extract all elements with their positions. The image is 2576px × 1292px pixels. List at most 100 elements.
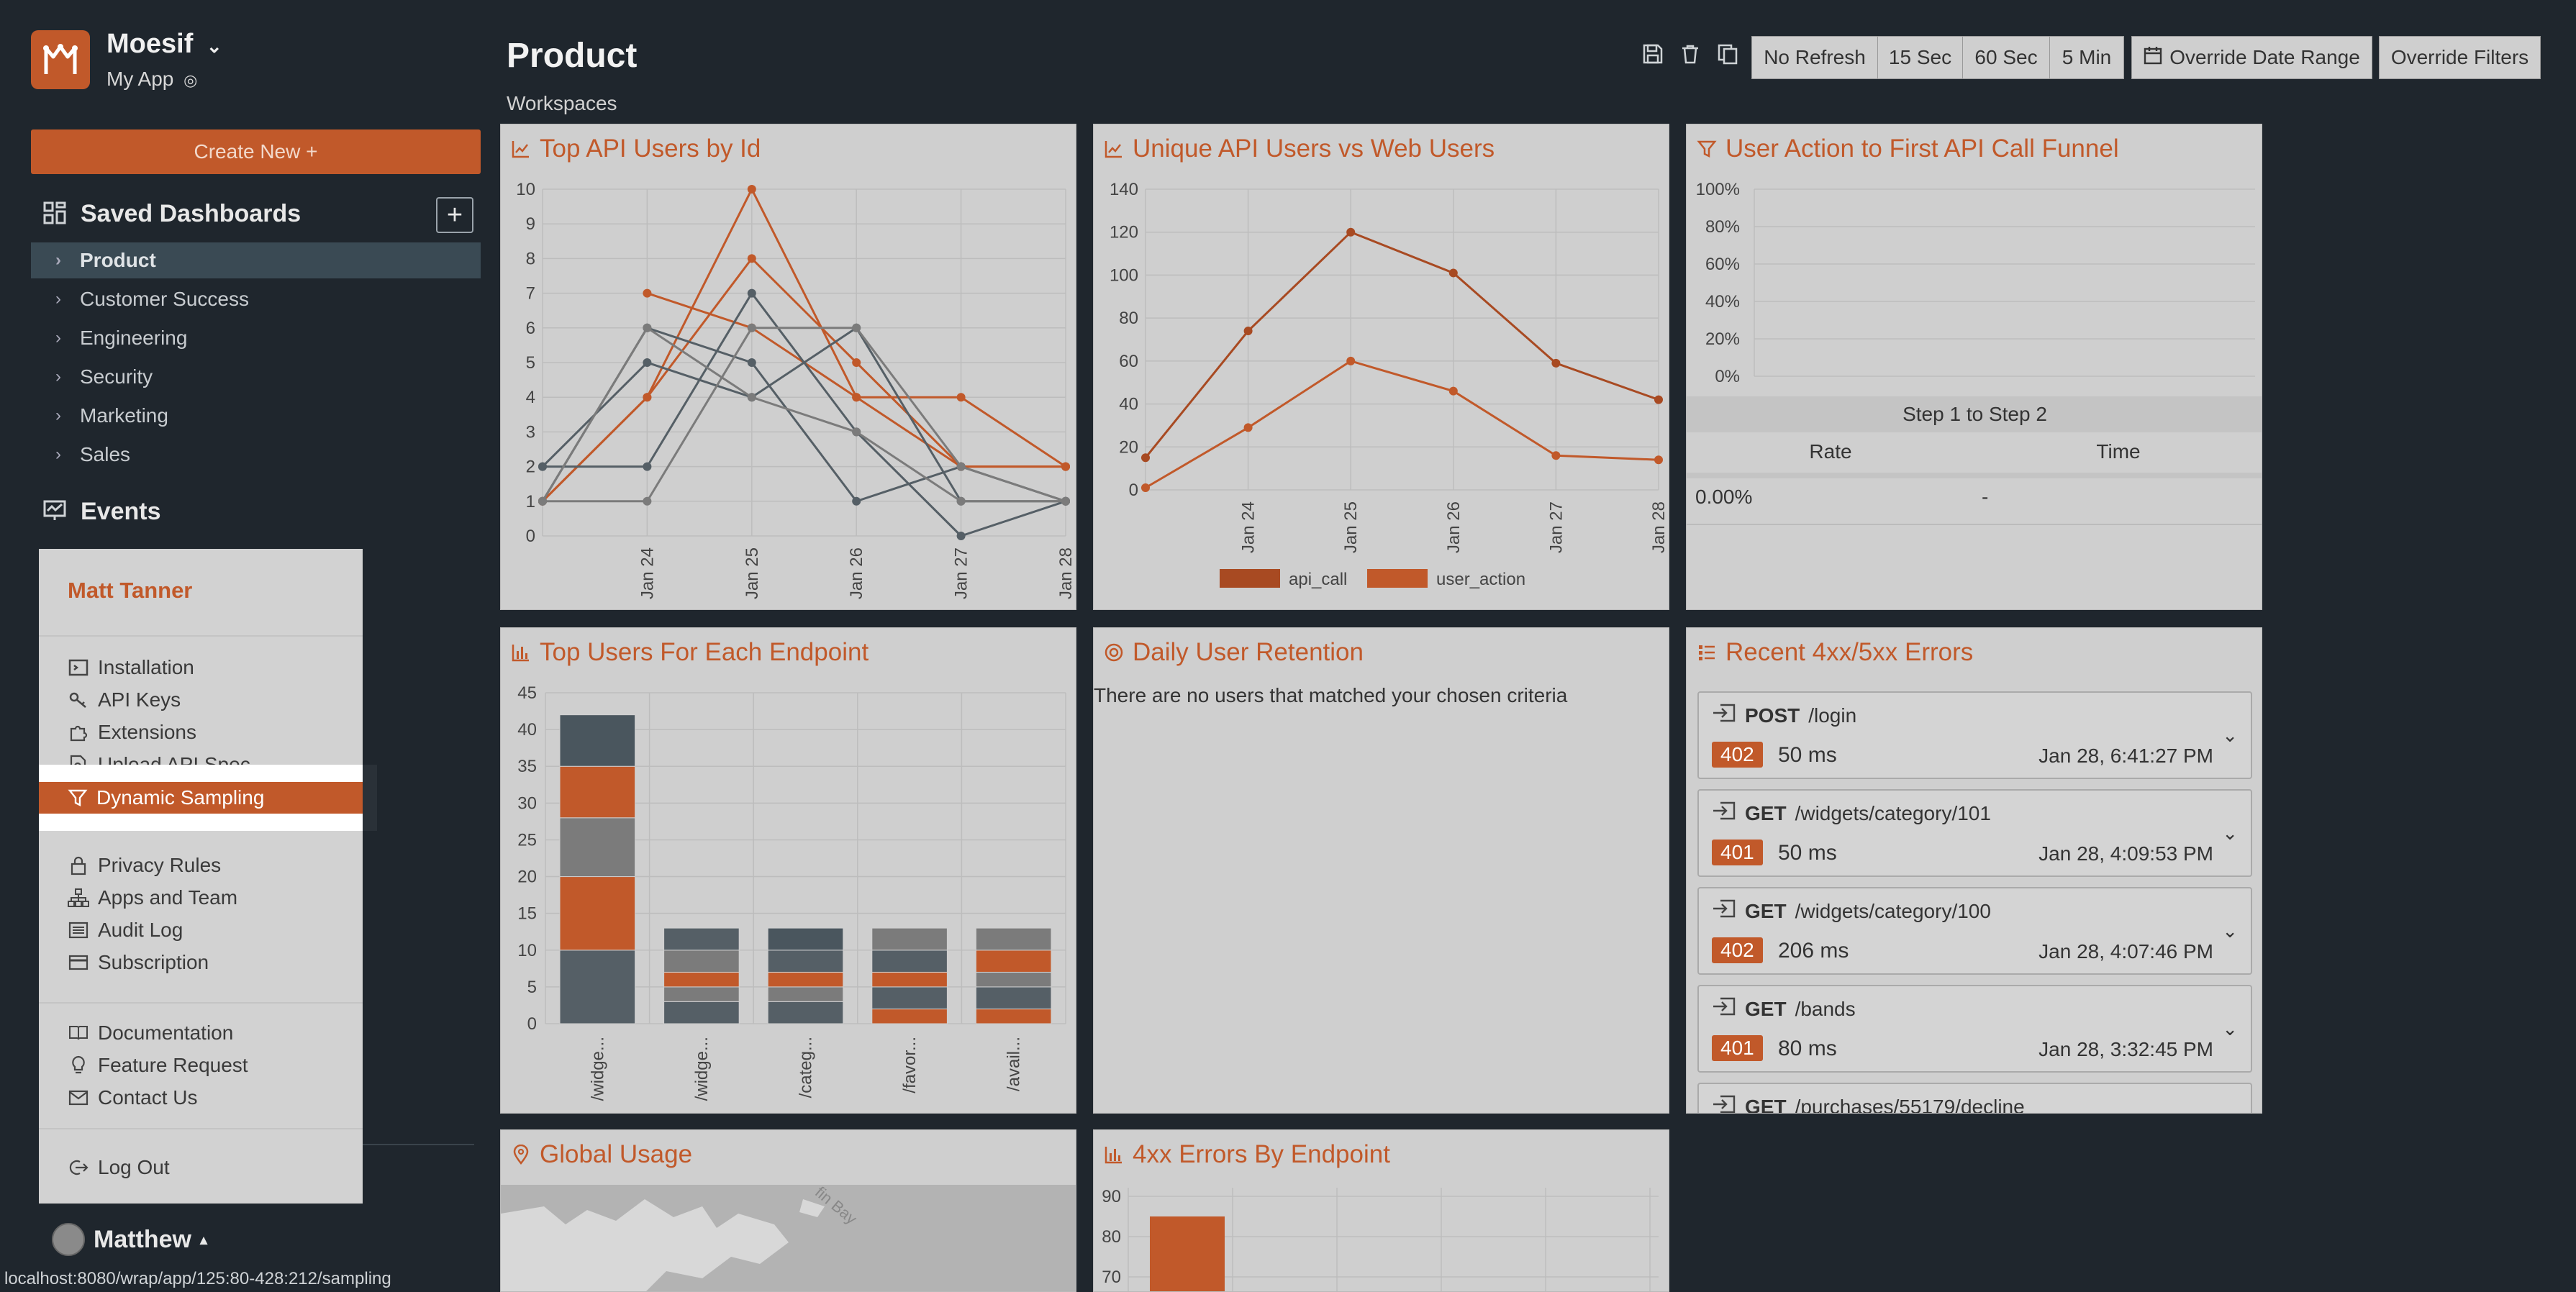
menu-item-extensions[interactable]: Extensions: [68, 718, 196, 747]
installation-icon: [68, 657, 89, 678]
bar-segment: [767, 971, 844, 988]
bar-segment: [559, 876, 636, 951]
lock-icon: [68, 855, 89, 876]
data-point: [747, 185, 756, 194]
y-tick-label: 15: [517, 904, 537, 924]
y-tick-label: 4: [526, 388, 535, 407]
error-path: /purchases/55179/decline: [1795, 1095, 2025, 1114]
error-timestamp: Jan 28, 4:09:53 PM: [2038, 842, 2213, 865]
y-tick-label: 80: [1119, 309, 1138, 328]
y-tick-label: 80%: [1705, 217, 1740, 237]
dashboard-item-engineering[interactable]: › Engineering: [31, 320, 481, 356]
filter-icon: [68, 788, 88, 808]
data-point: [852, 393, 861, 402]
data-point: [1061, 496, 1070, 506]
menu-item-log-out[interactable]: Log Out: [68, 1153, 170, 1182]
panel-title[interactable]: Daily User Retention: [1104, 638, 1364, 667]
chevron-circle-icon: ◎: [183, 71, 198, 89]
menu-item-api-keys[interactable]: API Keys: [68, 686, 181, 714]
legend-swatch: [1367, 569, 1428, 588]
error-item[interactable]: GET/widgets/category/100 402 206 ms Jan …: [1697, 887, 2252, 975]
menu-item-audit-log[interactable]: Audit Log: [68, 916, 183, 945]
error-item[interactable]: GET/bands 401 80 ms Jan 28, 3:32:45 PM ⌄: [1697, 985, 2252, 1073]
save-icon[interactable]: [1642, 43, 1664, 68]
moesif-logo[interactable]: [31, 30, 90, 89]
data-point: [852, 323, 861, 332]
panel-recent-errors: Recent 4xx/5xx Errors POST/login 402 50 …: [1686, 627, 2262, 1114]
menu-item-dynamic-sampling[interactable]: Dynamic Sampling: [39, 782, 363, 814]
dashboard-item-product[interactable]: › Product: [31, 242, 481, 278]
chevron-down-icon[interactable]: ⌄: [2222, 920, 2238, 942]
menu-item-contact-us[interactable]: Contact Us: [68, 1083, 198, 1112]
menu-item-feature-request[interactable]: Feature Request: [68, 1051, 248, 1080]
bar-segment: [871, 1009, 948, 1024]
data-point: [747, 393, 756, 402]
error-item[interactable]: GET/purchases/55179/decline: [1697, 1083, 2252, 1114]
trash-icon[interactable]: [1679, 43, 1701, 68]
app-switcher[interactable]: My App ◎: [106, 68, 197, 91]
button-label: Override Date Range: [2169, 46, 2360, 68]
y-tick-label: 40: [1119, 395, 1138, 414]
panel-funnel: User Action to First API Call Funnel 100…: [1686, 124, 2262, 610]
y-tick-label: 70: [1102, 1268, 1121, 1287]
legend-swatch: [1220, 569, 1280, 588]
error-duration: 80 ms: [1778, 1037, 1837, 1060]
menu-item-installation[interactable]: Installation: [68, 653, 194, 682]
chevron-down-icon[interactable]: ⌄: [2222, 822, 2238, 845]
refresh-15-button[interactable]: 15 Sec: [1877, 36, 1963, 79]
error-item[interactable]: GET/widgets/category/101 401 50 ms Jan 2…: [1697, 789, 2252, 877]
org-switcher[interactable]: Moesif ⌄: [106, 29, 222, 60]
refresh-none-button[interactable]: No Refresh: [1751, 36, 1878, 79]
book-icon: [68, 1022, 89, 1044]
dashboard-label: Marketing: [80, 404, 168, 427]
copy-icon[interactable]: [1717, 43, 1738, 68]
override-date-range-button[interactable]: Override Date Range: [2131, 36, 2372, 79]
data-point: [956, 532, 966, 540]
data-point: [747, 323, 756, 332]
request-in-icon: [1712, 996, 1736, 1022]
data-point: [1141, 483, 1150, 493]
menu-item-documentation[interactable]: Documentation: [68, 1019, 233, 1047]
events-title[interactable]: Events: [81, 498, 161, 526]
request-in-icon: [1712, 801, 1736, 826]
chevron-down-icon[interactable]: ⌄: [2222, 1018, 2238, 1040]
bar-segment: [663, 1001, 740, 1024]
menu-item-subscription[interactable]: Subscription: [68, 948, 209, 977]
user-menu: Matt Tanner Installation API Keys Extens…: [39, 549, 363, 1204]
panel-title[interactable]: Recent 4xx/5xx Errors: [1697, 638, 1973, 667]
create-new-button[interactable]: Create New +: [31, 129, 481, 174]
bar-segment: [975, 1009, 1052, 1024]
status-badge: 402: [1712, 742, 1763, 768]
data-point: [956, 393, 966, 402]
menu-item-privacy-rules[interactable]: Privacy Rules: [68, 851, 221, 880]
override-filters-button[interactable]: Override Filters: [2379, 36, 2541, 79]
refresh-5min-button[interactable]: 5 Min: [2049, 36, 2124, 79]
panel-title[interactable]: Global Usage: [511, 1140, 692, 1169]
menu-item-apps-and-team[interactable]: Apps and Team: [68, 883, 237, 912]
bar-segment: [559, 714, 636, 767]
add-dashboard-button[interactable]: +: [436, 197, 473, 233]
data-point: [643, 323, 652, 332]
workspaces-link[interactable]: Workspaces: [507, 92, 617, 115]
error-method: GET: [1745, 1095, 1787, 1114]
dashboard-item-customer-success[interactable]: › Customer Success: [31, 281, 481, 317]
error-path: /widgets/category/100: [1795, 899, 1991, 922]
chevron-down-icon[interactable]: ⌄: [2222, 724, 2238, 747]
chevron-right-icon: ›: [55, 367, 61, 386]
dashboard-item-sales[interactable]: › Sales: [31, 437, 481, 473]
bar-segment: [767, 950, 844, 973]
y-tick-label: 1: [526, 492, 535, 511]
error-method: GET: [1745, 801, 1787, 824]
account-button[interactable]: Matthew ▴: [52, 1223, 207, 1256]
error-item[interactable]: POST/login 402 50 ms Jan 28, 6:41:27 PM …: [1697, 691, 2252, 779]
lifebuoy-icon: [1104, 642, 1124, 663]
menu-item-label: Contact Us: [98, 1086, 198, 1109]
dashboard-item-security[interactable]: › Security: [31, 359, 481, 395]
app-name: My App: [106, 68, 174, 90]
world-map[interactable]: fin Bay: [501, 1183, 1076, 1291]
bar-segment: [559, 765, 636, 819]
data-point: [747, 254, 756, 263]
dashboard-item-marketing[interactable]: › Marketing: [31, 398, 481, 434]
refresh-60-button[interactable]: 60 Sec: [1962, 36, 2050, 79]
y-tick-label: 100%: [1696, 180, 1740, 199]
